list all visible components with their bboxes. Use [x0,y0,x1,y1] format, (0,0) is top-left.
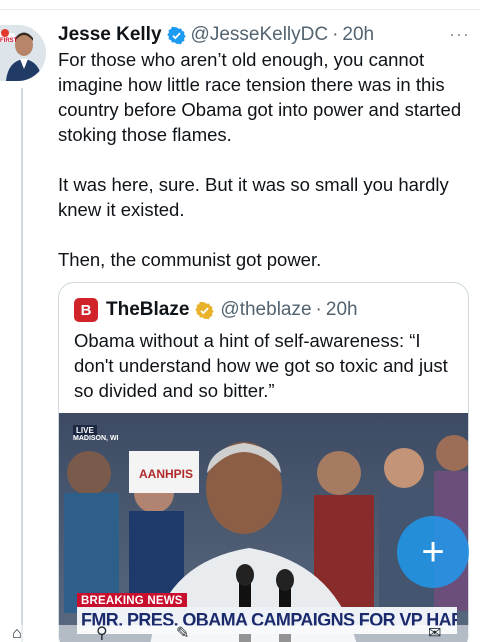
verified-badge-icon [166,26,186,44]
crowd-sign-text: AANHPIS [139,467,193,481]
author-handle[interactable]: @JesseKellyDC [191,24,329,46]
quote-text: Obama without a hint of self-awareness: … [74,330,448,401]
quote-author-handle[interactable]: @theblaze [220,299,311,321]
quote-time[interactable]: 20h [326,299,358,321]
quote-separator-dot: · [315,299,322,320]
compose-icon[interactable]: ✎ [176,626,189,642]
search-icon[interactable]: ⚲ [96,626,108,642]
more-options-icon[interactable]: ··· [449,24,470,45]
gold-verified-badge-icon [195,301,215,319]
avatar[interactable]: FIRST [0,25,46,81]
live-location: MADISON, WI [73,435,119,442]
home-icon[interactable]: ⌂ [12,626,22,642]
thread-line [21,88,23,642]
bottom-nav-bar [0,625,480,642]
separator-dot: · [332,24,339,45]
top-strip [0,0,480,10]
author-name[interactable]: Jesse Kelly [58,24,162,46]
quoted-tweet-card[interactable]: B TheBlaze @theblaze · 20h Obama without… [58,282,469,642]
quote-author-name[interactable]: TheBlaze [106,299,189,321]
theblaze-logo-icon: B [74,298,98,322]
tweet-text: For those who aren’t old enough, you can… [58,49,462,270]
compose-plus-button[interactable]: + [397,516,469,588]
avatar-badge: FIRST [0,38,18,44]
mail-icon[interactable]: ✉ [428,626,441,642]
avatar-photo [0,25,46,81]
tweet-header: Jesse Kelly @JesseKellyDC · 20h [58,22,470,48]
quote-header: B TheBlaze @theblaze · 20h [74,297,358,323]
tweet-time[interactable]: 20h [342,24,374,46]
